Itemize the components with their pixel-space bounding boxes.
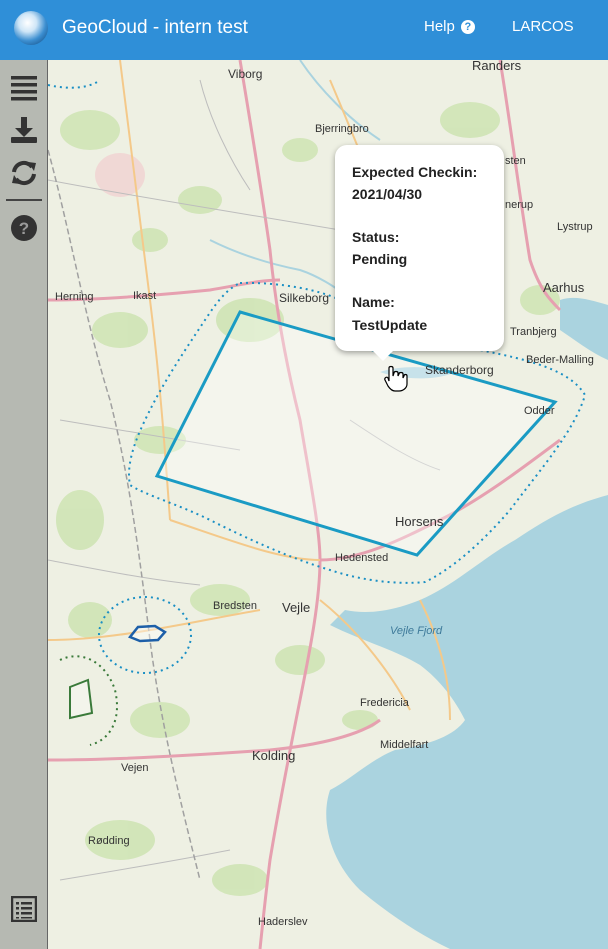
place-label: Bredsten (213, 600, 257, 612)
place-label: Skanderborg (425, 363, 494, 377)
place-label: Kolding (252, 748, 295, 763)
user-menu[interactable]: LARCOS (512, 18, 574, 35)
question-circle-icon: ? (460, 19, 475, 34)
list-panel-icon[interactable] (9, 894, 39, 924)
download-icon[interactable] (9, 115, 39, 145)
tool-sidebar: ? (0, 60, 48, 949)
green-polygon (69, 678, 94, 720)
place-label: Haderslev (258, 916, 308, 928)
place-label: Randers (472, 60, 522, 73)
app-title[interactable]: GeoCloud - intern test (62, 17, 248, 39)
help-menu[interactable]: Help ? (424, 18, 475, 35)
place-label: Odder (524, 405, 555, 417)
place-label: Herning (55, 291, 94, 303)
place-label: Ikast (133, 290, 156, 302)
place-label: Bjerringbro (315, 123, 369, 135)
place-label: Silkeborg (279, 291, 329, 305)
place-label: Lystrup (557, 221, 593, 233)
place-label: Aarhus (543, 280, 585, 295)
place-label: Viborg (228, 67, 262, 81)
geocloud-logo-icon[interactable] (14, 11, 48, 45)
place-label: Horsens (395, 514, 444, 529)
svg-text:?: ? (19, 219, 29, 238)
place-label: nerup (505, 199, 533, 211)
place-label: Beder-Malling (526, 354, 594, 366)
layers-menu-icon[interactable] (9, 73, 39, 103)
expected-checkin-value: 2021/04/30 (352, 186, 423, 202)
status-value: Pending (352, 251, 408, 267)
place-label: Fredericia (360, 697, 410, 709)
name-label: Name: (352, 294, 395, 310)
place-label: sten (505, 155, 526, 167)
place-label: Middelfart (380, 739, 428, 751)
place-label: Tranbjerg (510, 326, 557, 338)
status-label: Status: (352, 229, 400, 245)
app-header: GeoCloud - intern test Help ? LARCOS (0, 0, 608, 56)
name-value: TestUpdate (352, 317, 428, 333)
map-view[interactable]: Viborg Randers Bjerringbro Silkeborg Her… (48, 60, 608, 949)
help-icon[interactable]: ? (9, 213, 39, 243)
refresh-icon[interactable] (9, 158, 39, 188)
help-label: Help (424, 18, 455, 35)
place-label: Vejle Fjord (390, 625, 443, 637)
sidebar-divider (6, 199, 42, 201)
feature-popup: Expected Checkin: 2021/04/30 Status: Pen… (335, 145, 504, 361)
place-label: Rødding (88, 835, 130, 847)
map-canvas[interactable]: Viborg Randers Bjerringbro Silkeborg Her… (48, 60, 608, 949)
place-label: Vejen (121, 762, 149, 774)
place-label: Vejle (282, 600, 310, 615)
expected-checkin-label: Expected Checkin: (352, 164, 478, 180)
place-label: Hedensted (335, 552, 388, 564)
